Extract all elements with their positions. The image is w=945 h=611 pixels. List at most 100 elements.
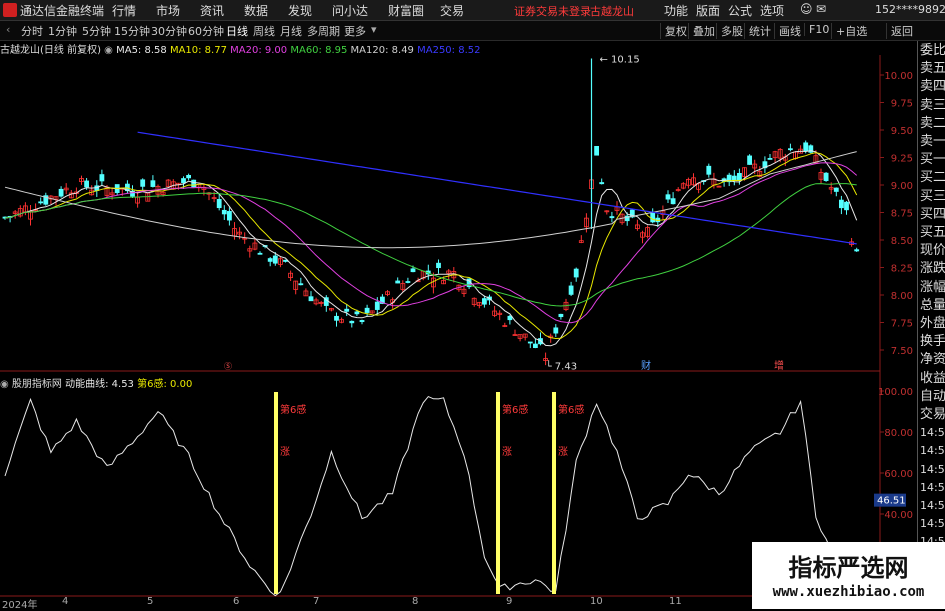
side-panel-item: 买四 bbox=[920, 206, 945, 222]
indicator-tick-label: 80.00 bbox=[884, 428, 913, 439]
date-tick: 4 bbox=[62, 596, 69, 607]
candle-body bbox=[186, 175, 192, 179]
quote-side-panel: 委比 卖五 卖四 卖三 卖二 卖一 买一 买二 买三 买四 买五 现价 涨跌 涨幅 总量 外盘 换手 净资 收益 自动… bbox=[917, 41, 945, 609]
candle-body bbox=[140, 179, 146, 187]
candle-body bbox=[803, 142, 809, 152]
side-panel-item: 14:56 bbox=[920, 480, 945, 494]
side-panel-item: 涨幅 bbox=[920, 279, 945, 295]
price-tick-label: 7.75 bbox=[891, 319, 913, 330]
price-tick-label: 8.25 bbox=[891, 264, 913, 275]
candle-body bbox=[283, 259, 288, 262]
ma60-line bbox=[4, 183, 857, 307]
moving-average-lines bbox=[4, 131, 858, 347]
candle-body bbox=[436, 262, 441, 269]
candle-body bbox=[349, 320, 355, 324]
date-tick: 11 bbox=[669, 596, 682, 607]
side-panel-item: 卖五 bbox=[920, 61, 945, 77]
candle-body bbox=[58, 188, 64, 197]
candle-body bbox=[298, 283, 304, 286]
candle-body bbox=[533, 343, 538, 348]
price-axis: 10.00 9.75 9.50 9.25 9.00 8.75 8.50 8.25 8.00 7.7… bbox=[880, 71, 913, 357]
price-tick-label: 9.00 bbox=[891, 181, 913, 192]
side-panel-item: 自动 bbox=[920, 388, 945, 404]
candle-body bbox=[507, 315, 513, 321]
candle-body bbox=[670, 198, 676, 205]
signal-sub-label: 涨 bbox=[558, 446, 568, 458]
candle-body bbox=[272, 255, 278, 264]
momentum-line bbox=[4, 395, 837, 597]
signal-bar bbox=[274, 392, 278, 594]
side-panel-item: 14:56 bbox=[920, 426, 945, 440]
candle-body bbox=[553, 327, 559, 334]
side-panel-item: 交易 bbox=[920, 407, 945, 422]
candle-body bbox=[568, 285, 574, 295]
candle-body bbox=[573, 268, 579, 278]
candle-body bbox=[854, 249, 860, 252]
site-watermark: 指标严选网 www.xuezhibiao.com bbox=[752, 542, 945, 609]
candle-body bbox=[334, 315, 339, 321]
indicator-tick-label: 40.00 bbox=[884, 510, 913, 521]
candle-body bbox=[558, 313, 564, 318]
candle-body bbox=[354, 311, 360, 315]
date-tick: 8 bbox=[412, 596, 419, 607]
candle-body bbox=[308, 296, 314, 302]
signal-bar bbox=[496, 392, 500, 594]
side-panel-item: 14:56 bbox=[920, 517, 945, 531]
candle-body bbox=[84, 180, 89, 188]
candle-body bbox=[221, 209, 227, 215]
candle-body bbox=[706, 165, 712, 175]
side-panel-item: 收益 bbox=[920, 370, 945, 386]
side-panel-item: 外盘 bbox=[920, 316, 945, 331]
candle-body bbox=[374, 301, 380, 310]
candle-body bbox=[257, 252, 263, 255]
candle-body bbox=[344, 308, 350, 312]
high-price-label: ← 10.15 bbox=[600, 55, 640, 66]
side-panel-item: 14:56 bbox=[920, 499, 945, 512]
side-panel-item: 委比 bbox=[920, 43, 945, 58]
candlestick-series bbox=[2, 58, 860, 366]
date-tick: 7 bbox=[313, 596, 320, 607]
candle-body bbox=[788, 148, 793, 151]
signal-bar bbox=[552, 392, 556, 594]
candle-body bbox=[359, 320, 365, 323]
side-panel-item: 买五 bbox=[920, 225, 945, 240]
date-axis: 2024年 4 5 6 7 8 9 10 11 bbox=[0, 596, 880, 611]
side-panel-item: 卖三 bbox=[920, 97, 945, 113]
candle-body bbox=[844, 201, 849, 211]
price-tick-label: 8.50 bbox=[891, 236, 913, 247]
date-tick: 5 bbox=[147, 596, 154, 607]
price-tick-label: 9.25 bbox=[891, 154, 913, 165]
price-tick-label: 8.75 bbox=[891, 209, 913, 220]
event-marker: Ⓢ bbox=[224, 362, 232, 371]
side-panel-item: 净资 bbox=[920, 352, 945, 368]
date-tick: 6 bbox=[233, 596, 240, 607]
candle-body bbox=[599, 182, 605, 185]
price-tick-label: 7.50 bbox=[891, 346, 913, 357]
candle-body bbox=[747, 155, 752, 165]
candle-body bbox=[395, 280, 401, 284]
signal-label: 第6感 bbox=[502, 403, 528, 416]
dividend-marker: 财 bbox=[641, 359, 651, 372]
candle-body bbox=[823, 172, 829, 181]
price-tick-label: 9.50 bbox=[891, 126, 913, 137]
candle-body bbox=[364, 307, 370, 313]
candle-body bbox=[99, 174, 105, 182]
candle-body bbox=[737, 173, 742, 181]
candle-body bbox=[216, 199, 222, 209]
date-tick: 9 bbox=[506, 596, 513, 607]
increase-marker: 增 bbox=[774, 359, 784, 372]
side-panel-item: 卖一 bbox=[920, 134, 945, 149]
signal-label: 第6感 bbox=[558, 403, 584, 416]
side-panel-item: 换手 bbox=[920, 334, 945, 350]
kline-chart[interactable]: 10.00 9.75 9.50 9.25 9.00 8.75 8.50 8.25 8.00 7.7… bbox=[0, 0, 945, 609]
candle-body bbox=[38, 201, 44, 204]
candle-body bbox=[191, 179, 197, 188]
low-price-label: └ 7.43 bbox=[546, 360, 577, 373]
candle-body bbox=[665, 194, 671, 200]
candle-body bbox=[839, 199, 844, 209]
date-tick: 10 bbox=[590, 596, 603, 607]
candle-body bbox=[609, 216, 615, 219]
candle-body bbox=[267, 258, 273, 262]
price-tick-label: 8.00 bbox=[891, 291, 913, 302]
side-panel-item: 买二 bbox=[920, 170, 945, 186]
